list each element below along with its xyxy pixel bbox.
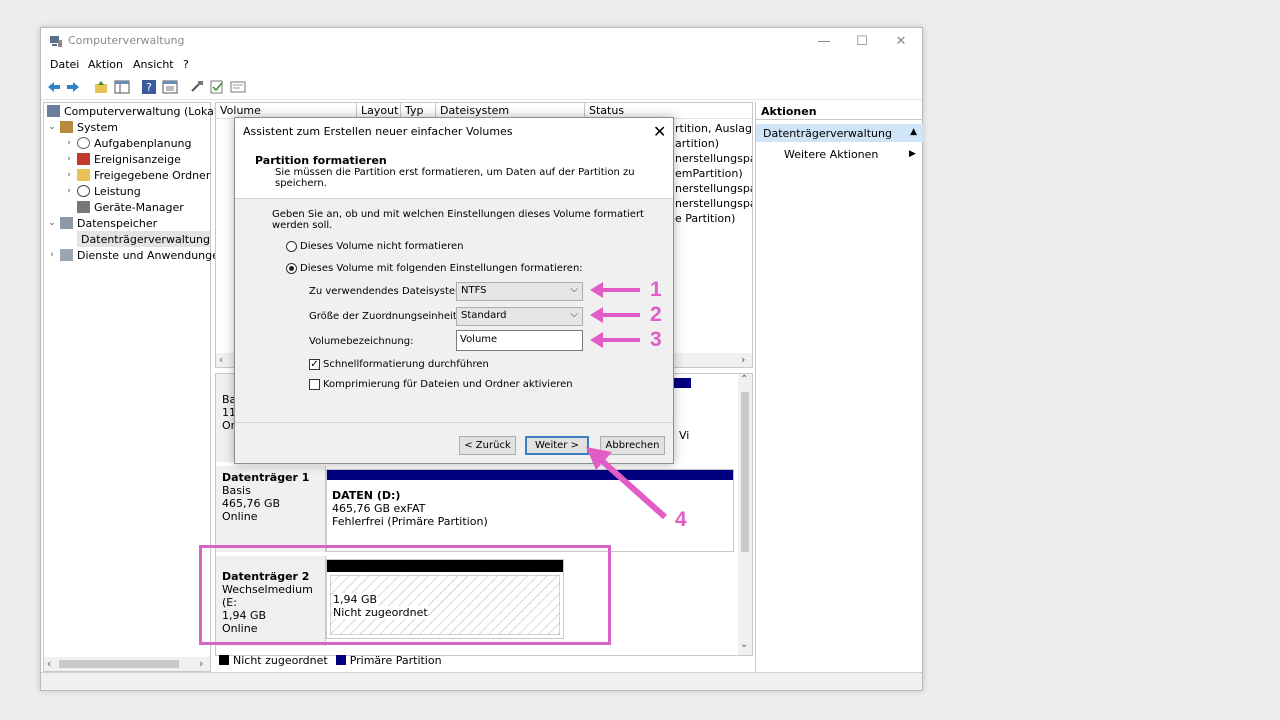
annotation-number-4: 4 <box>675 508 687 531</box>
annotation-number-2: 2 <box>650 303 662 326</box>
annotation-number-3: 3 <box>650 328 662 351</box>
arrow-2-head <box>590 307 603 323</box>
arrow-1-head <box>590 282 603 298</box>
annotation-number-1: 1 <box>650 278 662 301</box>
arrow-3-head <box>590 332 603 348</box>
annotation-arrows <box>586 282 667 520</box>
disk2-highlight-box <box>199 545 611 645</box>
arrow-4 <box>598 456 667 520</box>
